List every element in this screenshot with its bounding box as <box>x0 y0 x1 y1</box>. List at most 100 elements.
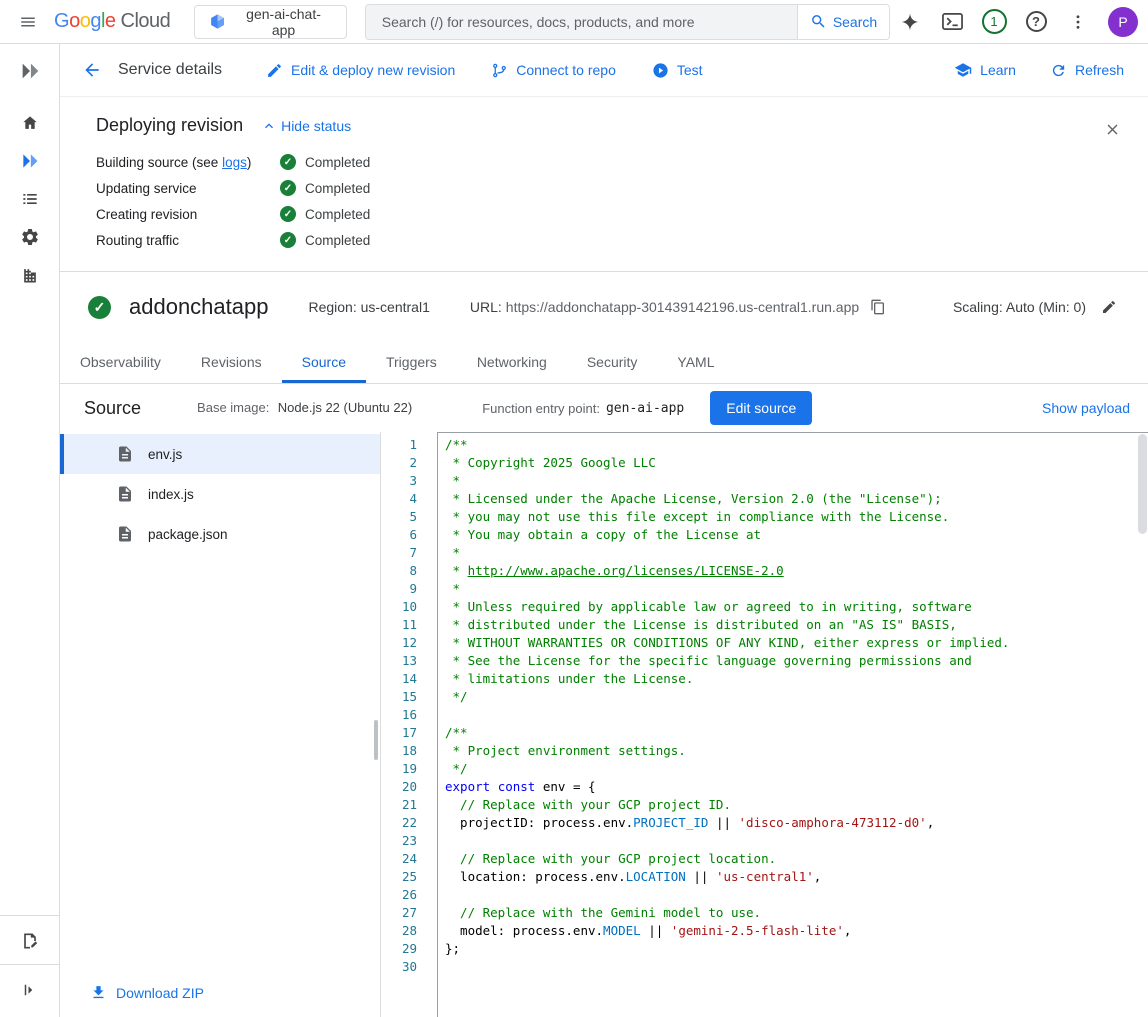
code-line: * limitations under the License. <box>445 670 1148 688</box>
edit-scaling-button[interactable] <box>1094 292 1124 322</box>
code-line: * Unless required by applicable law or a… <box>445 598 1148 616</box>
edit-source-button[interactable]: Edit source <box>710 391 812 425</box>
release-notes-button[interactable] <box>7 922 53 960</box>
back-button[interactable] <box>72 50 112 90</box>
edit-deploy-button[interactable]: Edit & deploy new revision <box>266 62 455 79</box>
nav-integrations[interactable] <box>7 218 53 256</box>
entry-point-value: gen-ai-app <box>606 401 684 416</box>
line-number: 1 <box>381 436 417 454</box>
nav-home[interactable] <box>7 104 53 142</box>
refresh-button[interactable]: Refresh <box>1050 62 1124 79</box>
page-title: Service details <box>118 61 222 79</box>
cloud-shell-icon <box>942 12 963 31</box>
tab-yaml[interactable]: YAML <box>657 340 734 383</box>
line-number: 25 <box>381 868 417 886</box>
more-vert-icon <box>1069 13 1087 31</box>
step-status-text: Completed <box>305 233 370 248</box>
code-line: * Licensed under the Apache License, Ver… <box>445 490 1148 508</box>
deploy-step-status: Completed <box>280 206 370 222</box>
close-panel-button[interactable] <box>1092 109 1132 149</box>
tab-security[interactable]: Security <box>567 340 658 383</box>
nav-domains[interactable] <box>7 256 53 294</box>
menu-button[interactable] <box>8 2 48 42</box>
search-bar: Search <box>365 4 890 40</box>
help-button[interactable] <box>1016 2 1056 42</box>
file-item-index.js[interactable]: index.js <box>60 474 380 514</box>
project-picker[interactable]: gen-ai-chat-app <box>194 5 346 39</box>
gemini-button[interactable] <box>890 2 930 42</box>
copy-url-button[interactable] <box>863 292 893 322</box>
deploy-step-status: Completed <box>280 180 370 196</box>
learn-label: Learn <box>980 62 1016 78</box>
code-line: */ <box>445 688 1148 706</box>
cloud-run-logo-button[interactable] <box>7 52 53 90</box>
nav-services[interactable] <box>7 142 53 180</box>
code-line: * Project environment settings. <box>445 742 1148 760</box>
google-cloud-logo[interactable]: Google Cloud <box>54 10 170 33</box>
search-button[interactable]: Search <box>797 5 889 39</box>
service-region: Region: us-central1 <box>308 299 429 315</box>
line-number: 21 <box>381 796 417 814</box>
cloud-shell-button[interactable] <box>932 2 972 42</box>
line-number: 8 <box>381 562 417 580</box>
code-line: // Replace with your GCP project ID. <box>445 796 1148 814</box>
code-line: model: process.env.MODEL || 'gemini-2.5-… <box>445 922 1148 940</box>
tab-revisions[interactable]: Revisions <box>181 340 282 383</box>
tab-observability[interactable]: Observability <box>60 340 181 383</box>
copy-icon <box>870 299 886 315</box>
show-payload-link[interactable]: Show payload <box>1042 400 1130 416</box>
code-line: */ <box>445 760 1148 778</box>
tabs: ObservabilityRevisionsSourceTriggersNetw… <box>60 340 1148 384</box>
notifications-button[interactable]: 1 <box>974 2 1014 42</box>
cloud-run-logo-icon <box>19 60 41 82</box>
avatar-letter: P <box>1118 14 1127 30</box>
deploy-panel-title: Deploying revision <box>96 115 243 136</box>
line-number: 7 <box>381 544 417 562</box>
test-button[interactable]: Test <box>652 62 703 79</box>
learn-button[interactable]: Learn <box>954 61 1016 79</box>
file-item-env.js[interactable]: env.js <box>60 434 380 474</box>
editor-gutter: 1234567891011121314151617181920212223242… <box>381 432 437 1017</box>
code-line: * <box>445 472 1148 490</box>
tab-triggers[interactable]: Triggers <box>366 340 457 383</box>
project-icon <box>209 13 226 30</box>
code-line: * Copyright 2025 Google LLC <box>445 454 1148 472</box>
line-number: 3 <box>381 472 417 490</box>
search-input[interactable] <box>366 5 797 39</box>
nav-revisions[interactable] <box>7 180 53 218</box>
code-line <box>445 886 1148 904</box>
code-line <box>445 958 1148 976</box>
hide-status-label: Hide status <box>281 118 351 134</box>
editor-code[interactable]: /** * Copyright 2025 Google LLC * * Lice… <box>437 432 1148 1017</box>
tab-networking[interactable]: Networking <box>457 340 567 383</box>
editor-scrollbar[interactable] <box>1138 434 1147 534</box>
topbar-actions: 1 P <box>890 2 1138 42</box>
deploy-step: Building source (see logs)Completed <box>96 149 1124 175</box>
file-pane-scrollbar[interactable] <box>374 720 378 760</box>
more-button[interactable] <box>1058 2 1098 42</box>
avatar[interactable]: P <box>1108 7 1138 37</box>
collapse-nav-button[interactable] <box>7 971 53 1009</box>
line-number: 6 <box>381 526 417 544</box>
source-heading: Source <box>84 398 141 419</box>
file-item-package.json[interactable]: package.json <box>60 514 380 554</box>
repo-icon <box>491 62 508 79</box>
tab-source[interactable]: Source <box>282 340 366 383</box>
line-number: 10 <box>381 598 417 616</box>
hide-status-button[interactable]: Hide status <box>261 118 351 134</box>
download-icon <box>90 984 107 1001</box>
logs-link[interactable]: logs <box>222 155 247 170</box>
line-number: 20 <box>381 778 417 796</box>
base-image-value: Node.js 22 (Ubuntu 22) <box>278 400 412 415</box>
code-line: * <box>445 544 1148 562</box>
service-name: addonchatapp <box>129 294 268 320</box>
test-label: Test <box>677 62 703 78</box>
connect-repo-button[interactable]: Connect to repo <box>491 62 616 79</box>
file-pane: env.jsindex.jspackage.json Download ZIP <box>60 432 381 1017</box>
back-arrow-icon <box>82 60 102 80</box>
source-header: Source Base image: Node.js 22 (Ubuntu 22… <box>60 384 1148 432</box>
download-zip-button[interactable]: Download ZIP <box>60 984 380 1017</box>
step-status-text: Completed <box>305 155 370 170</box>
app: Google Cloud gen-ai-chat-app Search <box>0 0 1148 1017</box>
check-circle-icon <box>280 206 296 222</box>
